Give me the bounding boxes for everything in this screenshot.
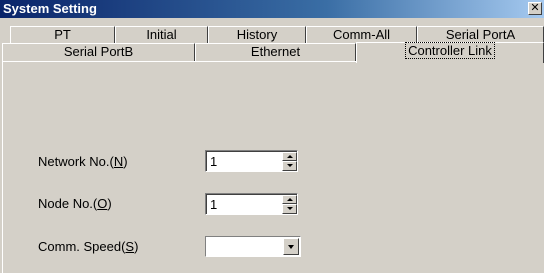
close-icon: ✕ [530, 2, 540, 14]
network-no-value[interactable]: 1 [210, 154, 217, 169]
tab-label: Serial PortA [445, 27, 516, 42]
comm-speed-dropdown-button[interactable] [283, 238, 299, 255]
title-bar[interactable]: System Setting ✕ [0, 0, 544, 18]
node-no-stepper[interactable]: 1 [205, 193, 298, 215]
tab-pt[interactable]: PT [10, 26, 115, 44]
node-no-spin-down-button[interactable] [282, 204, 297, 214]
tab-label: History [236, 27, 278, 42]
network-no-spin-down-button[interactable] [282, 161, 297, 171]
spin-up-icon [287, 155, 293, 158]
tab-controller-link[interactable]: Controller Link [356, 42, 544, 63]
tab-initial[interactable]: Initial [115, 26, 208, 44]
comm-speed-label: Comm. Speed(S) [38, 239, 139, 254]
node-no-value[interactable]: 1 [210, 197, 217, 212]
network-no-spin-up-button[interactable] [282, 152, 297, 161]
spin-down-icon [287, 164, 293, 167]
tab-label: Initial [146, 27, 177, 42]
chevron-down-icon [288, 245, 294, 249]
tab-label: Comm-All [332, 27, 391, 42]
tab-history[interactable]: History [208, 26, 306, 44]
tab-label: Serial PortB [63, 44, 134, 59]
tab-label: Ethernet [250, 44, 301, 59]
spin-down-icon [287, 207, 293, 210]
tab-label: PT [54, 27, 71, 42]
tab-ethernet[interactable]: Ethernet [195, 43, 356, 61]
network-no-stepper[interactable]: 1 [205, 150, 298, 172]
node-no-label: Node No.(O) [38, 196, 112, 211]
tab-serial-port-b[interactable]: Serial PortB [2, 43, 195, 61]
close-button[interactable]: ✕ [528, 2, 542, 15]
spin-up-icon [287, 198, 293, 201]
node-no-spin-up-button[interactable] [282, 195, 297, 204]
network-no-label: Network No.(N) [38, 154, 128, 169]
window-title: System Setting [3, 1, 97, 16]
system-setting-dialog: System Setting ✕ PT Initial History Comm… [0, 0, 544, 273]
comm-speed-select[interactable] [205, 236, 301, 257]
tab-label: Controller Link [405, 42, 495, 59]
